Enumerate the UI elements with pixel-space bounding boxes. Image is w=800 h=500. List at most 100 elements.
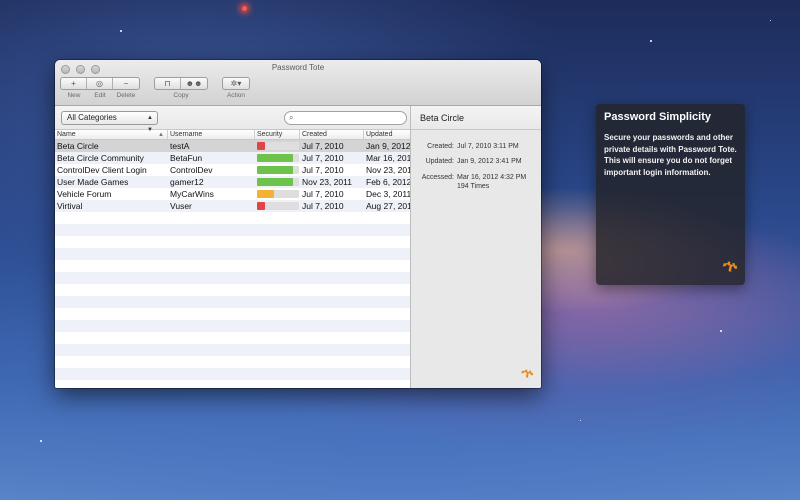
window-content: All Categories ▲ ▼ ⌕ Name ▲ Username Secu… xyxy=(55,106,541,388)
column-header-updated[interactable]: Updated xyxy=(364,130,410,139)
security-meter xyxy=(257,154,299,162)
promo-body: Secure your passwords and other private … xyxy=(604,133,737,177)
row-created: Nov 23, 2011 xyxy=(302,177,352,187)
empty-table-row xyxy=(55,260,410,272)
security-meter-fill xyxy=(257,142,266,150)
detail-accessed-label: Accessed: xyxy=(421,174,454,181)
new-button[interactable]: + xyxy=(61,78,87,89)
row-created: Jul 7, 2010 xyxy=(302,189,344,199)
row-created: Jul 7, 2010 xyxy=(302,141,344,151)
action-tools-labels: Action xyxy=(227,92,245,99)
row-updated: Mar 16, 2012 xyxy=(366,153,410,163)
window-title: Password Tote xyxy=(271,63,325,72)
security-meter-fill xyxy=(257,166,293,174)
table-row[interactable]: Beta Circle Community BetaFun Jul 7, 2010 M… xyxy=(55,152,410,164)
category-select[interactable]: All Categories ▲ ▼ xyxy=(61,111,158,133)
row-username: testA xyxy=(170,141,190,151)
empty-table-row xyxy=(55,356,410,368)
security-meter-fill xyxy=(257,190,274,198)
password-tote-logo-icon: ኍ xyxy=(723,257,737,276)
row-created: Jul 7, 2010 xyxy=(302,153,344,163)
category-select-value: All Categories xyxy=(67,113,117,122)
table-row[interactable]: Beta Circle testA Jul 7, 2010 Jan 9, 2012 xyxy=(55,140,410,152)
edit-tools-labels: New Edit Delete xyxy=(61,92,139,99)
edit-tools-group: + ◎ − New Edit Delete xyxy=(60,77,140,99)
empty-table-row xyxy=(55,248,410,260)
detail-created-value: Jul 7, 2010 3:11 PM xyxy=(457,143,519,150)
search-icon: ⌕ xyxy=(289,113,294,122)
lock-icon: ⊓ xyxy=(164,79,171,88)
column-header-name[interactable]: Name ▲ xyxy=(55,130,168,139)
row-security xyxy=(255,154,300,162)
security-meter xyxy=(257,142,299,150)
star xyxy=(770,20,771,21)
new-label: New xyxy=(67,92,81,99)
edit-tools-segment: + ◎ − xyxy=(60,77,140,90)
filter-bar: All Categories ▲ ▼ ⌕ xyxy=(55,106,410,133)
table-row[interactable]: Vehicle Forum MyCarWins Jul 7, 2010 Dec 3, … xyxy=(55,188,410,200)
copy-tools-labels: Copy xyxy=(173,92,188,99)
row-name: Virtival xyxy=(57,201,83,211)
security-meter xyxy=(257,166,299,174)
users-icon: ☻☻ xyxy=(185,79,203,88)
detail-updated-value: Jan 9, 2012 3:41 PM xyxy=(457,158,522,165)
list-pane: All Categories ▲ ▼ ⌕ Name ▲ Username Secu… xyxy=(55,106,410,388)
row-security xyxy=(255,190,300,198)
plus-icon: + xyxy=(71,79,76,88)
edit-button[interactable]: ◎ xyxy=(87,78,113,89)
detail-pane: Beta Circle Created: Jul 7, 2010 3:11 PM… xyxy=(410,106,541,388)
table-header: Name ▲ Username Security Created Updated xyxy=(55,130,410,140)
star xyxy=(580,420,581,421)
row-security xyxy=(255,202,300,210)
empty-table-row xyxy=(55,368,410,380)
empty-table-row xyxy=(55,332,410,344)
edit-icon: ◎ xyxy=(96,79,103,88)
empty-table-row xyxy=(55,320,410,332)
delete-button[interactable]: − xyxy=(113,78,139,89)
column-header-label: Security xyxy=(257,131,283,138)
column-header-label: Created xyxy=(302,131,327,138)
column-header-username[interactable]: Username xyxy=(168,130,255,139)
row-created: Jul 7, 2010 xyxy=(302,201,344,211)
table-row[interactable]: ControlDev Client Login ControlDev Jul 7, … xyxy=(55,164,410,176)
row-name: Vehicle Forum xyxy=(57,189,112,199)
row-name: Beta Circle Community xyxy=(57,153,144,163)
copy-tools-group: ⊓ ☻☻ Copy xyxy=(154,77,208,99)
star xyxy=(40,440,42,442)
copy-tools-segment: ⊓ ☻☻ xyxy=(154,77,208,90)
table-row[interactable]: Virtival Vuser Jul 7, 2010 Aug 27, 2011 xyxy=(55,200,410,212)
sort-ascending-icon: ▲ xyxy=(158,132,164,138)
empty-table-row xyxy=(55,380,410,388)
copy-label: Copy xyxy=(173,92,189,99)
empty-table-row xyxy=(55,296,410,308)
app-window: Password Tote + ◎ − New Edit Delete ⊓ ☻☻ xyxy=(55,60,541,388)
promo-panel: Password Simplicity Secure your password… xyxy=(596,104,745,285)
toolbar: + ◎ − New Edit Delete ⊓ ☻☻ Copy ✲▾ Actio… xyxy=(60,77,264,99)
security-meter xyxy=(257,190,299,198)
detail-title: Beta Circle xyxy=(411,106,541,130)
row-name: User Made Games xyxy=(57,177,129,187)
security-meter-fill xyxy=(257,154,293,162)
column-header-label: Updated xyxy=(366,131,393,138)
column-header-security[interactable]: Security xyxy=(255,130,300,139)
security-meter-fill xyxy=(257,202,266,210)
action-button[interactable]: ✲▾ xyxy=(223,78,249,89)
detail-updated-label: Updated: xyxy=(425,158,454,165)
table-row[interactable]: User Made Games gamer12 Nov 23, 2011 Feb 6,… xyxy=(55,176,410,188)
copy-username-button[interactable]: ☻☻ xyxy=(181,78,207,89)
edit-label: Edit xyxy=(94,92,106,99)
row-updated: Feb 6, 2012 xyxy=(366,177,410,187)
column-header-created[interactable]: Created xyxy=(300,130,364,139)
detail-accessed-value: Mar 16, 2012 4:32 PM xyxy=(457,174,527,181)
empty-table-row xyxy=(55,212,410,224)
column-header-label: Name xyxy=(57,131,76,138)
promo-title: Password Simplicity xyxy=(604,111,711,123)
row-updated: Dec 3, 2011 xyxy=(366,189,410,199)
search-input[interactable]: ⌕ xyxy=(284,111,407,125)
detail-accessed-times: 194 Times xyxy=(457,183,490,190)
copy-password-button[interactable]: ⊓ xyxy=(155,78,181,89)
action-label: Action xyxy=(226,92,246,99)
row-username: gamer12 xyxy=(170,177,204,187)
star xyxy=(650,40,652,42)
detail-created-label: Created: xyxy=(427,143,454,150)
